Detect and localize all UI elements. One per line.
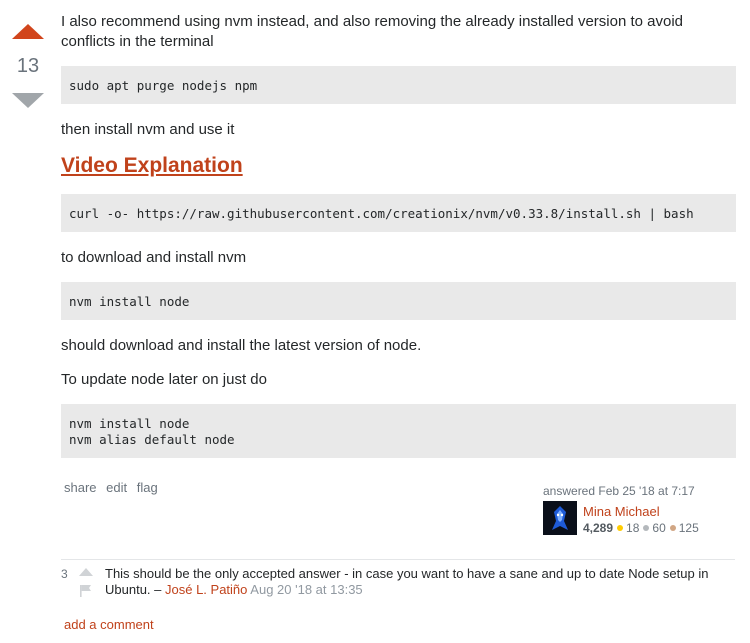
reputation-score: 4,289 — [583, 521, 614, 535]
video-explanation-link[interactable]: Video Explanation — [61, 154, 243, 177]
comments-divider — [61, 559, 735, 560]
avatar[interactable] — [543, 501, 577, 535]
comment-score: 3 — [61, 567, 68, 581]
video-heading: Video Explanation — [61, 154, 736, 188]
answer-body: I also recommend using nvm instead, and … — [61, 12, 736, 458]
comment-text: This should be the only accepted answer … — [105, 566, 725, 598]
gold-badge-count: 18 — [626, 521, 640, 535]
upvote-button[interactable] — [12, 24, 44, 39]
comment-upvote-icon[interactable] — [79, 568, 93, 576]
comment-date: Aug 20 '18 at 13:35 — [250, 582, 363, 597]
user-name-link[interactable]: Mina Michael — [583, 504, 660, 519]
post-menu: share edit flag — [64, 480, 164, 495]
silver-badge-icon — [643, 525, 650, 532]
downvote-button[interactable] — [12, 93, 44, 108]
update-text: To update node later on just do — [61, 371, 267, 388]
bronze-badge-count: 125 — [678, 521, 699, 535]
code-block-update: nvm install node nvm alias default node — [61, 404, 736, 458]
code-block-purge: sudo apt purge nodejs npm — [61, 66, 736, 104]
install-nvm-text: then install nvm and use it — [61, 121, 235, 138]
download-text: to download and install nvm — [61, 249, 247, 266]
bronze-badge-icon — [669, 525, 676, 532]
comment-user-link[interactable]: José L. Patiño — [165, 582, 247, 597]
add-comment-link[interactable]: add a comment — [64, 617, 154, 632]
code-block-install: nvm install node — [61, 282, 736, 320]
gold-badge-icon — [617, 525, 624, 532]
vote-count: 13 — [16, 55, 40, 77]
intro-text: I also recommend using nvm instead, and … — [61, 13, 684, 50]
edit-link[interactable]: edit — [106, 480, 127, 495]
avatar-image — [543, 501, 577, 535]
answered-time: answered Feb 25 '18 at 7:17 — [543, 484, 695, 498]
share-link[interactable]: share — [64, 480, 97, 495]
flag-link[interactable]: flag — [137, 480, 158, 495]
flag-icon[interactable] — [80, 585, 92, 597]
code-block-curl: curl -o- https://raw.githubusercontent.c… — [61, 194, 736, 232]
user-reputation: 4,289 18 60 125 — [583, 521, 699, 535]
latest-text: should download and install the latest v… — [61, 337, 422, 354]
silver-badge-count: 60 — [652, 521, 666, 535]
